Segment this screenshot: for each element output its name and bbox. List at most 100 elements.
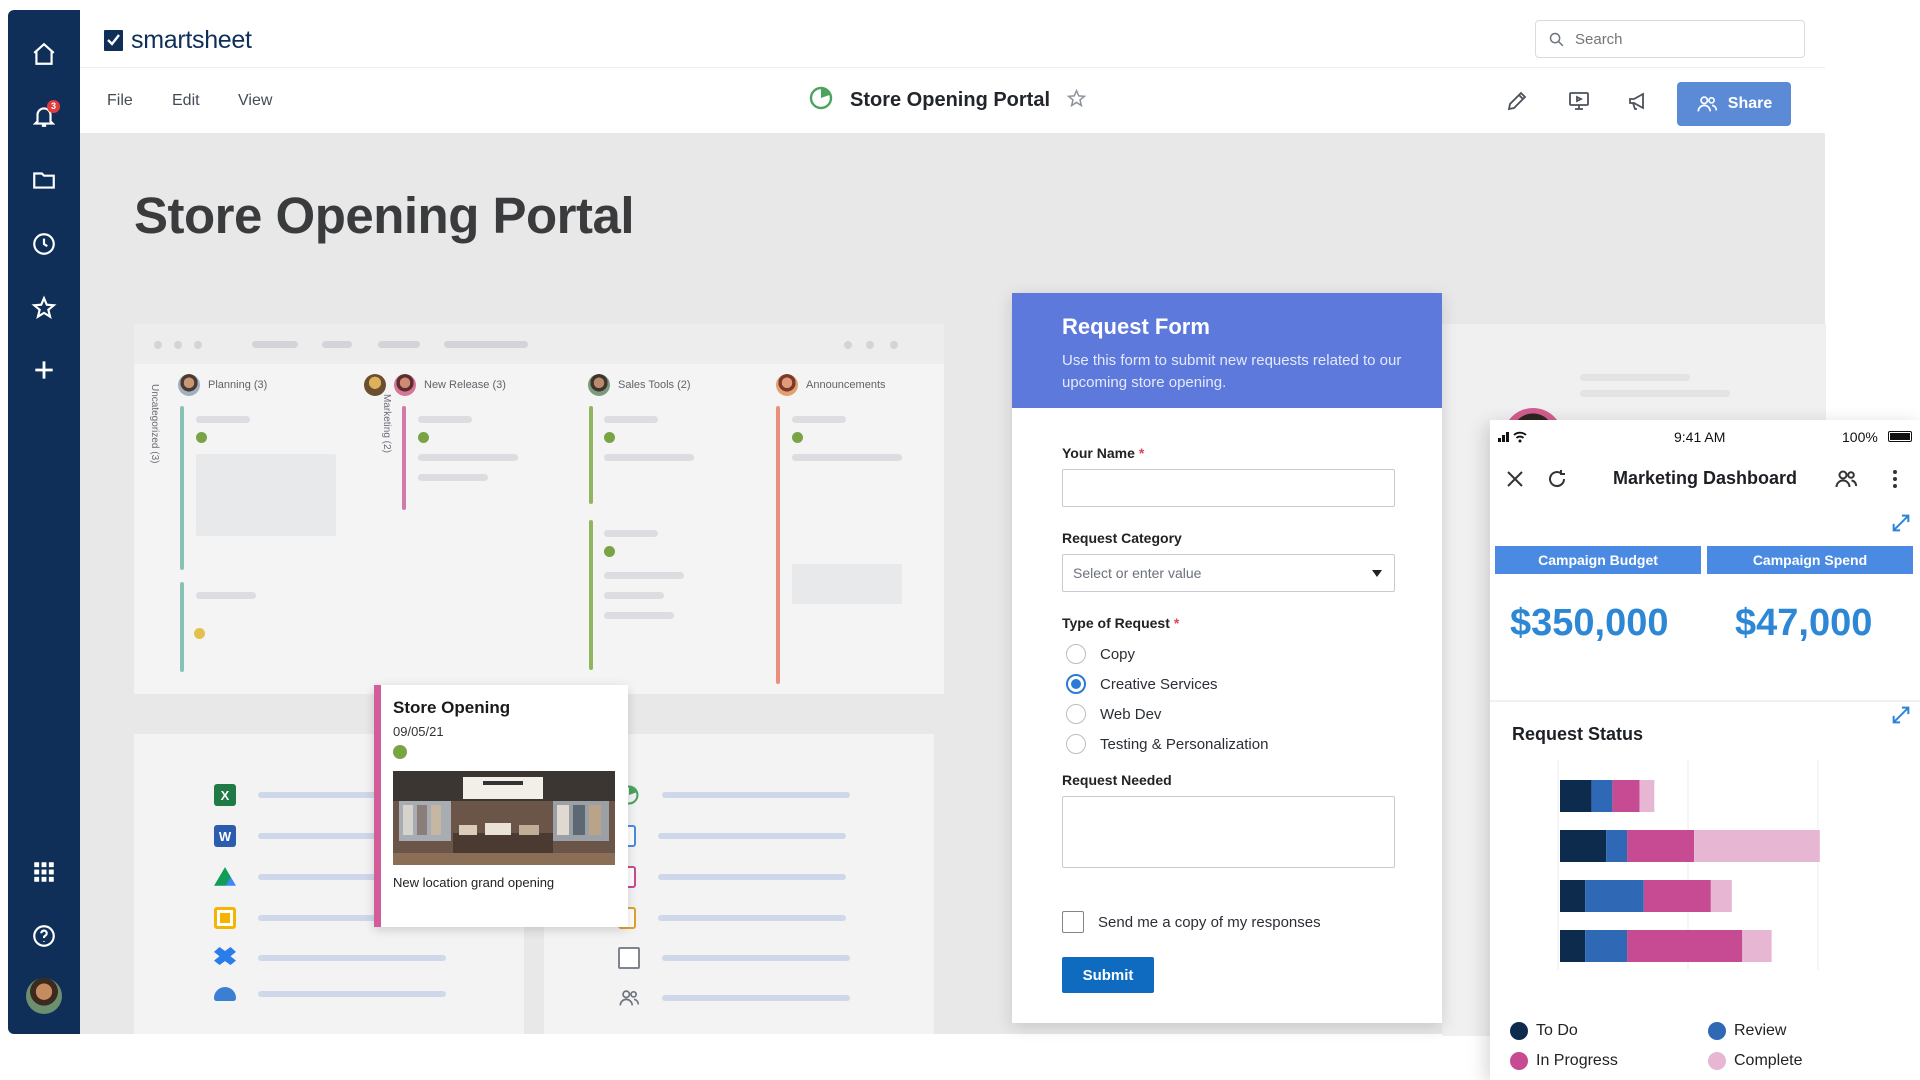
notifications-bell-icon[interactable]: 3 [26, 98, 62, 134]
bar-complete[interactable] [1694, 830, 1820, 862]
bar-review[interactable] [1606, 830, 1628, 862]
radio-button[interactable] [1066, 644, 1086, 664]
search-box[interactable] [1535, 20, 1805, 58]
form-header: Request Form Use this form to submit new… [1012, 293, 1442, 408]
brand-name: smartsheet [131, 26, 252, 54]
apps-grid-icon[interactable] [26, 854, 62, 890]
menu-view[interactable]: View [238, 92, 272, 110]
column-header-new-release: New Release (3) [364, 374, 506, 396]
expand-icon[interactable] [1890, 512, 1912, 539]
create-plus-icon[interactable] [26, 352, 62, 388]
legend-review: Review [1708, 1022, 1786, 1040]
kpi-label-campaign-budget: Campaign Budget [1495, 546, 1701, 574]
slides-icon [214, 907, 236, 929]
form-title: Request Form [1062, 314, 1210, 339]
help-icon[interactable] [26, 918, 62, 954]
card-title: Store Opening [393, 698, 511, 717]
more-options-icon[interactable] [1882, 466, 1908, 492]
bar-to-do[interactable] [1560, 930, 1586, 962]
your-name-input[interactable] [1062, 469, 1395, 507]
bar-complete[interactable] [1742, 930, 1772, 962]
radio-button[interactable] [1066, 704, 1086, 724]
send-copy-option[interactable]: Send me a copy of my responses [1062, 911, 1321, 933]
close-icon[interactable] [1502, 466, 1528, 492]
folder-icon [618, 947, 640, 969]
bar-to-do[interactable] [1560, 830, 1607, 862]
card-date: 09/05/21 [393, 724, 444, 739]
request-status-chart [1557, 760, 1820, 970]
bar-in-progress[interactable] [1612, 780, 1640, 812]
form-description: Use this form to submit new requests rel… [1062, 352, 1402, 391]
share-button[interactable]: Share [1677, 82, 1791, 126]
sheet-menu-bar: File Edit View Store Opening Portal Shar… [80, 68, 1825, 134]
favorite-star-icon[interactable] [1066, 88, 1087, 114]
bar-complete[interactable] [1639, 780, 1655, 812]
radio-button[interactable] [1066, 734, 1086, 754]
share-people-icon[interactable] [1833, 466, 1859, 492]
radio-option-copy[interactable]: Copy [1066, 644, 1135, 664]
folder-icon[interactable] [26, 162, 62, 198]
menu-file[interactable]: File [107, 92, 133, 110]
resource-row[interactable] [618, 987, 850, 1009]
avatar [588, 374, 610, 396]
request-needed-textarea[interactable] [1062, 796, 1395, 868]
recents-clock-icon[interactable] [26, 226, 62, 262]
dropdown-caret-icon [1372, 569, 1382, 577]
send-copy-checkbox[interactable] [1062, 911, 1084, 933]
column-header-sales-tools: Sales Tools (2) [588, 374, 691, 396]
expand-icon[interactable] [1890, 704, 1912, 731]
bar-to-do[interactable] [1560, 780, 1592, 812]
resource-row[interactable] [618, 947, 850, 969]
bar-review[interactable] [1591, 780, 1613, 812]
bar-review[interactable] [1585, 880, 1644, 912]
bar-review[interactable] [1585, 930, 1628, 962]
radio-label: Web Dev [1100, 705, 1162, 723]
bar-in-progress[interactable] [1627, 930, 1743, 962]
edit-pencil-icon[interactable] [1502, 86, 1532, 116]
radio-option-testing[interactable]: Testing & Personalization [1066, 734, 1268, 754]
radio-label: Copy [1100, 645, 1136, 663]
sheet-title: Store Opening Portal [850, 89, 1051, 111]
legend-to-do: To Do [1510, 1022, 1578, 1040]
submit-button[interactable]: Submit [1062, 957, 1154, 993]
share-label: Share [1727, 95, 1773, 112]
radio-button-selected[interactable] [1066, 674, 1086, 694]
request-category-label: Request Category [1062, 530, 1182, 546]
menu-edit[interactable]: Edit [172, 92, 200, 110]
search-input[interactable] [1575, 30, 1775, 48]
lane-label-uncategorized: Uncategorized (3) [149, 384, 160, 464]
column-label: Announcements [806, 379, 886, 391]
notification-badge: 3 [47, 100, 60, 113]
smartsheet-logo[interactable]: smartsheet [104, 26, 252, 55]
status-dot [393, 745, 407, 759]
favorites-star-icon[interactable] [26, 290, 62, 326]
search-icon [1549, 32, 1564, 46]
avatar [364, 374, 386, 396]
bar-in-progress[interactable] [1643, 880, 1711, 912]
store-opening-card[interactable]: Store Opening 09/05/21 New location gran… [374, 685, 628, 927]
request-category-select[interactable]: Select or enter value [1062, 554, 1395, 592]
radio-option-creative-services[interactable]: Creative Services [1066, 674, 1218, 694]
resource-row[interactable] [618, 784, 850, 806]
megaphone-icon[interactable] [1623, 86, 1653, 116]
bar-to-do[interactable] [1560, 880, 1586, 912]
column-label: New Release (3) [424, 379, 506, 391]
resource-row[interactable] [618, 825, 846, 847]
file-row[interactable] [214, 987, 446, 1001]
resource-row[interactable] [618, 866, 846, 888]
kpi-value-campaign-spend: $47,000 [1735, 602, 1873, 644]
people-icon [1697, 96, 1717, 112]
resource-row[interactable] [618, 907, 846, 929]
card-view-board[interactable]: Uncategorized (3) Marketing (2) Planning… [134, 324, 944, 694]
bar-in-progress[interactable] [1627, 830, 1695, 862]
radio-option-web-dev[interactable]: Web Dev [1066, 704, 1161, 724]
column-label: Planning (3) [208, 379, 268, 391]
refresh-icon[interactable] [1544, 466, 1570, 492]
logo-check-icon [104, 30, 123, 51]
bar-complete[interactable] [1710, 880, 1732, 912]
screen: 3 smartsheet Search File Edit View Store… [0, 0, 1920, 1080]
file-row[interactable] [214, 947, 446, 969]
user-avatar[interactable] [26, 978, 62, 1014]
presentation-icon[interactable] [1564, 86, 1594, 116]
home-icon[interactable] [26, 36, 62, 72]
